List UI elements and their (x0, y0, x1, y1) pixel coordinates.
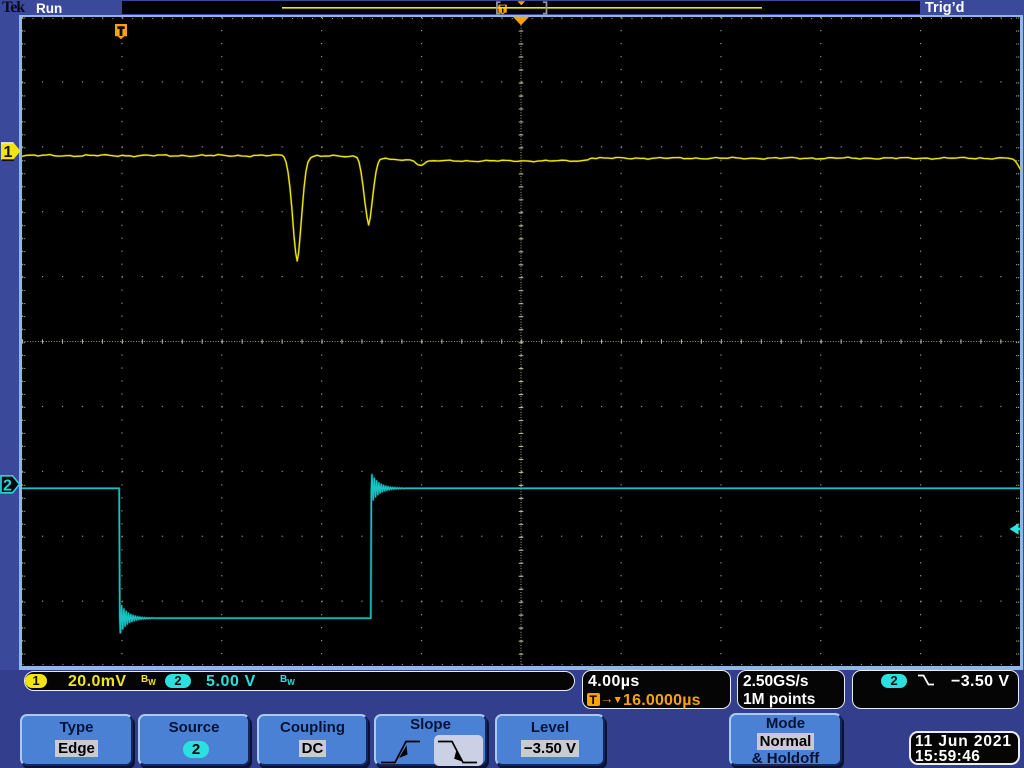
svg-text:2: 2 (3, 478, 12, 495)
svg-text:1: 1 (4, 144, 13, 161)
